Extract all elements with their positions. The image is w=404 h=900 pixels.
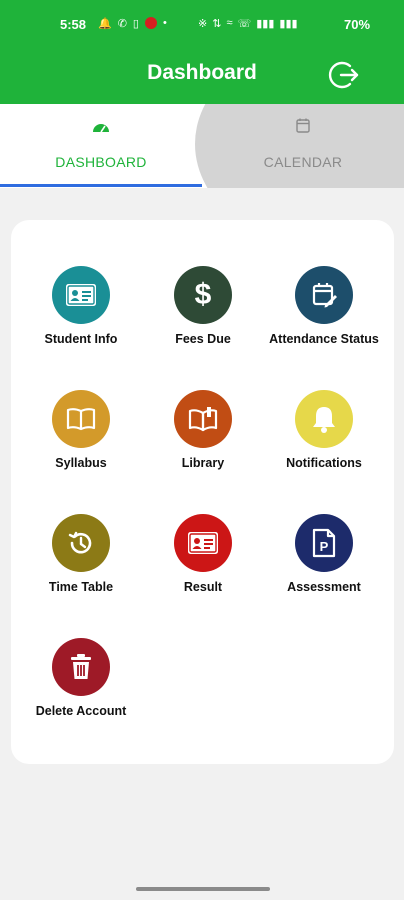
logout-icon [328, 61, 359, 89]
signal-icon: ▮▮▮ [256, 18, 275, 30]
home-indicator[interactable] [136, 887, 270, 891]
calendar-edit-icon [312, 283, 337, 308]
calendar-icon [296, 118, 310, 133]
status-right-icons: ※ ⇅ ≈ ☏ ▮▮▮ ▮▮▮ [198, 17, 298, 30]
tile-circle [52, 266, 110, 324]
tab-calendar[interactable]: CALENDAR [202, 104, 404, 188]
tile-label: Time Table [48, 580, 114, 594]
tile-library[interactable]: Library [141, 390, 265, 500]
speedometer-icon [93, 124, 109, 133]
tile-attendance-status[interactable]: Attendance Status [262, 266, 386, 376]
tile-label: Attendance Status [269, 332, 379, 346]
bell-icon [313, 407, 335, 433]
tab-calendar-label: CALENDAR [263, 154, 343, 170]
tile-label: Notifications [286, 456, 362, 470]
dollar-icon: $ [194, 278, 212, 311]
data-speed-icon: ⇅ [212, 18, 222, 30]
tile-circle [174, 390, 232, 448]
svg-text:P: P [320, 539, 329, 554]
tile-circle [52, 390, 110, 448]
tile-label: Delete Account [35, 704, 127, 718]
tile-circle: P [295, 514, 353, 572]
tile-circle [52, 514, 110, 572]
id-card-icon [66, 284, 96, 306]
tile-notifications[interactable]: Notifications [262, 390, 386, 500]
jio-icon [144, 17, 157, 29]
bluetooth-icon: ※ [198, 18, 208, 30]
wifi-icon: ≈ [226, 17, 233, 29]
tile-time-table[interactable]: Time Table [19, 514, 143, 624]
status-left-icons: 🔔 ✆ ▯ • [98, 17, 167, 30]
history-icon [68, 531, 92, 554]
tile-circle: $ [174, 266, 232, 324]
tab-bar: DASHBOARD CALENDAR [0, 104, 404, 188]
report-card-icon [188, 532, 218, 554]
tile-label: Fees Due [175, 332, 231, 346]
wifi-calling-icon: ☏ [237, 18, 252, 30]
tile-syllabus[interactable]: Syllabus [19, 390, 143, 500]
tile-circle [52, 638, 110, 696]
tile-result[interactable]: Result [141, 514, 265, 624]
tab-dashboard-label: DASHBOARD [55, 154, 147, 170]
whatsapp-icon: ✆ [117, 18, 127, 30]
tab-dashboard[interactable]: DASHBOARD [0, 104, 202, 188]
tile-circle [295, 266, 353, 324]
battery-level: 70% [344, 17, 371, 32]
dashboard-card: Student Info $ Fees Due Attendance Statu… [11, 220, 394, 764]
tile-circle [174, 514, 232, 572]
tile-student-info[interactable]: Student Info [19, 266, 143, 376]
tile-delete-account[interactable]: Delete Account [19, 638, 143, 748]
tile-label: Library [181, 456, 225, 470]
tile-label: Syllabus [55, 456, 107, 470]
tab-indicator [0, 184, 202, 187]
signal-icon: ▮▮▮ [279, 18, 298, 30]
trash-icon [71, 654, 91, 679]
tile-circle [295, 390, 353, 448]
tile-assessment[interactable]: P Assessment [262, 514, 386, 624]
book-open-icon [188, 407, 218, 432]
tile-label: Result [183, 580, 223, 594]
status-bar: 5:58 🔔 ✆ ▯ • ※ ⇅ ≈ ☏ ▮▮▮ ▮▮▮ 70% [0, 0, 404, 50]
sim-icon: ▯ [132, 18, 139, 30]
dot-icon: • [162, 17, 167, 29]
assessment-doc-icon: P [312, 528, 336, 558]
logout-button[interactable] [328, 58, 362, 92]
book-icon [66, 408, 96, 431]
tile-fees-due[interactable]: $ Fees Due [141, 266, 265, 376]
notification-bell-icon: 🔔 [98, 18, 112, 30]
app-bar: Dashboard [0, 50, 404, 104]
tile-label: Assessment [287, 580, 361, 594]
tile-label: Student Info [44, 332, 118, 346]
status-time: 5:58 [60, 17, 87, 32]
